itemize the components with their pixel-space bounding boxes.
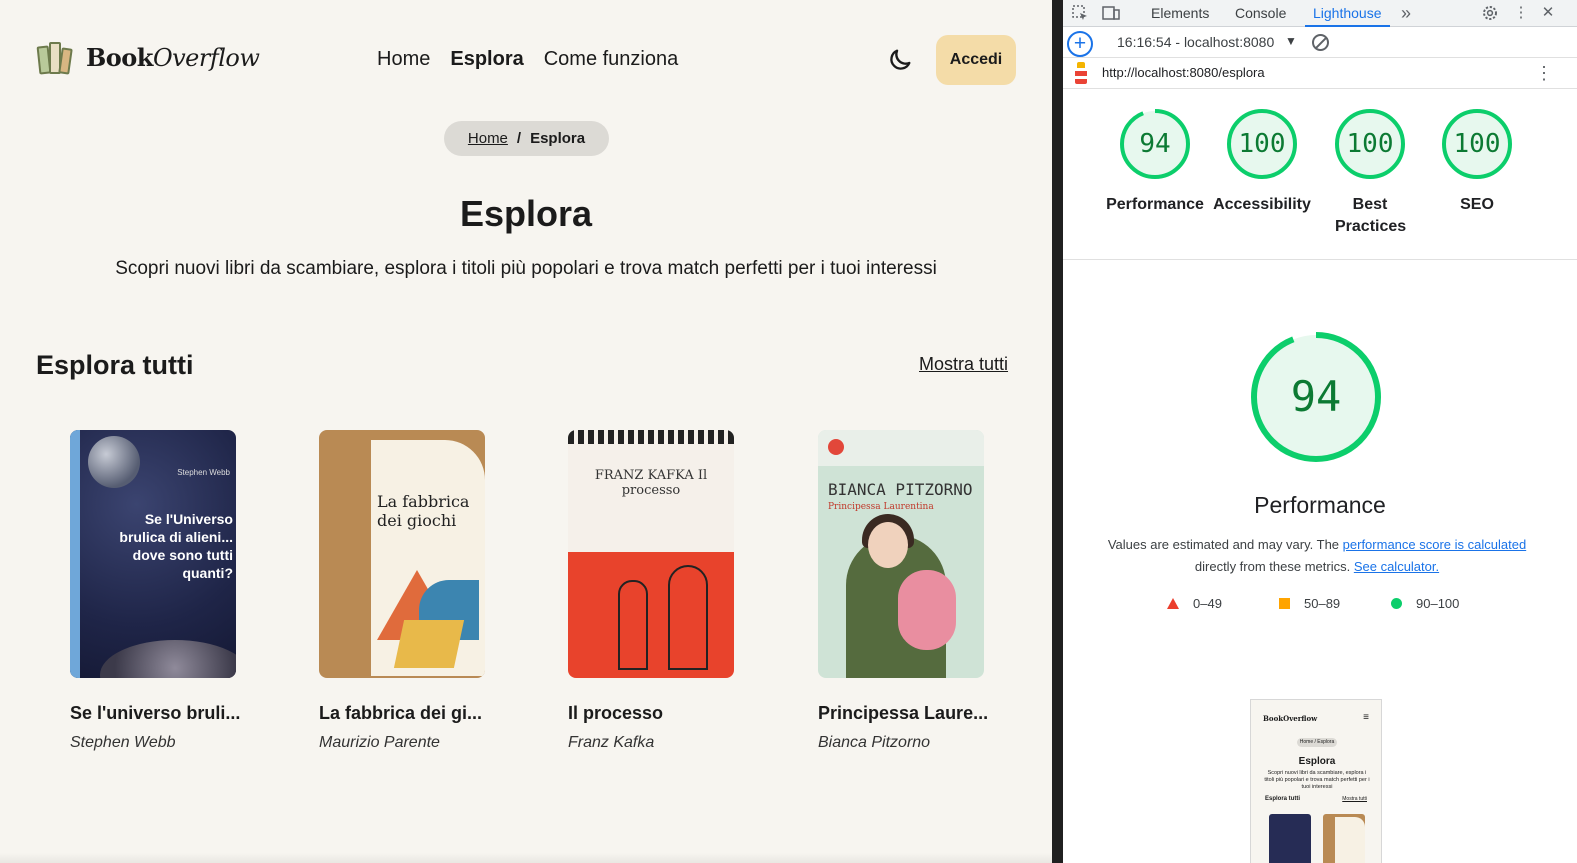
performance-description: Values are estimated and may vary. The p… [1107,537,1527,574]
logo-text: BookOverflow [86,42,260,72]
report-menu-icon[interactable]: ⋮ [1535,63,1553,84]
hamburger-menu-icon: ≡ [1363,712,1369,723]
see-calculator-link[interactable]: See calculator. [1354,559,1439,574]
book-card[interactable]: Stephen Webb Se l'Universo brulica di al… [70,430,250,752]
book-author: Bianca Pitzorno [818,734,931,751]
pass-circle-icon [1391,598,1402,609]
tab-elements[interactable]: Elements [1151,0,1209,27]
score-gauges: 94 Performance 100 Accessibility 100 Bes… [1063,92,1577,260]
book-cover[interactable]: La fabbrica dei giochi [319,430,485,678]
book-cover[interactable]: Stephen Webb Se l'Universo brulica di al… [70,430,236,678]
page-subtitle: Scopri nuovi libri da scambiare, esplora… [115,258,937,279]
more-tabs-icon[interactable]: » [1397,4,1415,22]
settings-gear-icon[interactable] [1481,4,1499,22]
book-cover[interactable]: FRANZ KAFKA Il processo [568,430,734,678]
book-card[interactable]: FRANZ KAFKA Il processo Il processo Fran… [568,430,748,752]
website-viewport: BookOverflow Home Esplora Come funziona … [0,0,1052,863]
panel-divider[interactable] [1052,0,1063,863]
legend-pass: 90–100 [1391,596,1503,611]
close-icon[interactable]: ✕ [1539,4,1557,22]
lighthouse-logo-icon [1074,62,1088,84]
clear-reports-icon[interactable] [1312,34,1329,51]
report-selector[interactable]: 16:16:54 - localhost:8080 [1117,34,1274,50]
tab-console[interactable]: Console [1235,0,1286,27]
devtools-tabbar: Elements Console Lighthouse » ⋮ ✕ [1063,0,1577,27]
book-author: Franz Kafka [568,734,655,751]
book-author: Maurizio Parente [319,734,440,751]
book-card[interactable]: La fabbrica dei giochi La fabbrica dei g… [319,430,499,752]
page-screenshot-thumbnail[interactable]: BookOverflow ≡ Home / Esplora Esplora Sc… [1250,699,1382,863]
nav-esplora[interactable]: Esplora [450,48,523,71]
book-title[interactable]: Se l'universo bruli... [70,703,250,724]
legend-fail: 0–49 [1167,596,1279,611]
average-square-icon [1279,598,1290,609]
book-title[interactable]: Il processo [568,703,748,724]
book-cover[interactable]: BIANCA PITZORNO Principessa Laurentina [818,430,984,678]
books-logo-icon [36,38,74,76]
book-author: Stephen Webb [70,734,176,751]
devtools-panel: Elements Console Lighthouse » ⋮ ✕ + 16:1… [1063,0,1577,863]
page-title: Esplora [459,193,593,234]
inspect-element-icon[interactable] [1071,4,1089,22]
customize-menu-icon[interactable]: ⋮ [1512,4,1530,22]
score-calculated-link[interactable]: performance score is calculated [1343,537,1527,552]
lighthouse-toolbar: + 16:16:54 - localhost:8080 ▼ [1063,28,1577,58]
tab-lighthouse[interactable]: Lighthouse [1305,0,1390,27]
legend-average: 50–89 [1279,596,1391,611]
breadcrumb-home[interactable]: Home [468,130,508,147]
main-nav: Home Esplora Come funziona [377,48,678,71]
gauge-accessibility[interactable]: 100 Accessibility [1207,108,1317,216]
login-button[interactable]: Accedi [936,35,1016,85]
performance-heading: Performance [1254,492,1386,518]
book-title[interactable]: Principessa Laure... [818,703,998,724]
new-report-plus-icon[interactable]: + [1067,31,1093,57]
nav-home[interactable]: Home [377,48,430,71]
dark-mode-toggle-icon[interactable] [886,46,914,74]
chevron-down-icon[interactable]: ▼ [1285,34,1297,48]
gauge-seo[interactable]: 100 SEO [1422,108,1532,216]
fail-triangle-icon [1167,598,1179,609]
nav-come-funziona[interactable]: Come funziona [544,48,679,71]
book-title[interactable]: La fabbrica dei gi... [319,703,499,724]
device-toolbar-icon[interactable] [1102,4,1120,22]
breadcrumb-current: Esplora [530,130,586,147]
site-logo[interactable]: BookOverflow [36,38,260,76]
section-title: Esplora tutti [36,350,194,380]
gauge-performance[interactable]: 94 Performance [1100,108,1210,216]
report-url-bar: http://localhost:8080/esplora ⋮ [1063,59,1577,89]
breadcrumb: Home / Esplora [444,121,609,156]
score-legend: 0–49 50–89 90–100 [1167,596,1503,611]
breadcrumb-separator: / [516,130,522,147]
performance-big-gauge: 94 [1249,330,1383,464]
gauge-best-practices[interactable]: 100 Best Practices [1315,108,1425,238]
report-url[interactable]: http://localhost:8080/esplora [1102,65,1265,80]
book-card[interactable]: BIANCA PITZORNO Principessa Laurentina P… [818,430,998,752]
show-all-link[interactable]: Mostra tutti [919,354,1008,375]
